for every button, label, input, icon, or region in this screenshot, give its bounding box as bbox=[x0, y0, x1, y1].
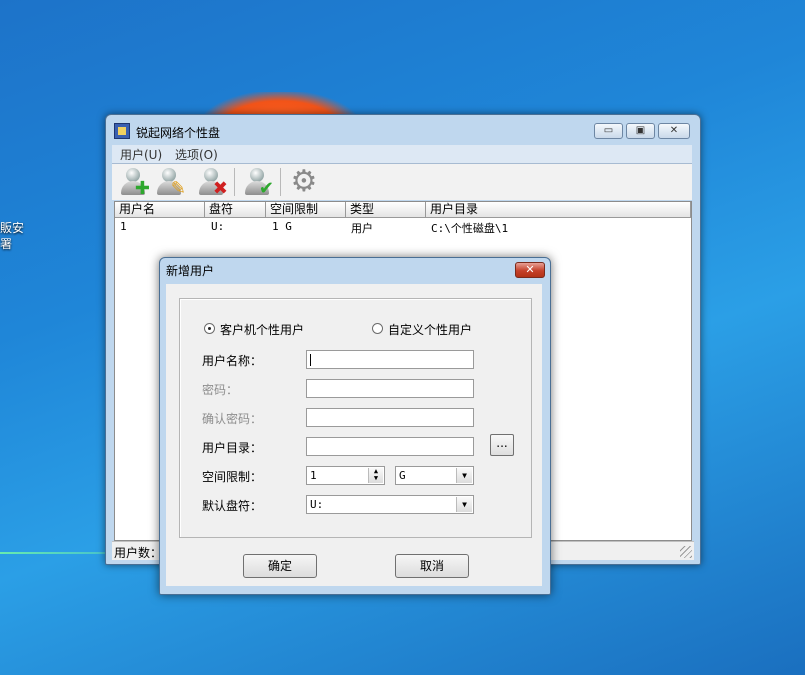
title-bar[interactable]: 锐起网络个性盘 ▭ ▣ ✕ bbox=[106, 115, 700, 145]
window-title: 锐起网络个性盘 bbox=[136, 126, 221, 140]
directory-input[interactable] bbox=[306, 437, 474, 456]
resize-grip[interactable] bbox=[680, 546, 692, 558]
app-icon bbox=[114, 123, 130, 139]
chevron-down-icon[interactable]: ▼ bbox=[456, 468, 472, 483]
close-button[interactable]: ✕ bbox=[658, 123, 690, 139]
radio-client-user[interactable] bbox=[204, 323, 215, 334]
add-user-dialog: 新增用户 ✕ 客户机个性用户 自定义个性用户 用户名称： 密码： 确认密码： 用… bbox=[159, 257, 551, 595]
space-limit-label: 空间限制： bbox=[202, 470, 263, 484]
add-user-icon[interactable]: ✚ bbox=[118, 166, 150, 198]
maximize-button[interactable]: ▣ bbox=[626, 123, 655, 139]
spinner-arrows-icon[interactable]: ▲ ▼ bbox=[368, 468, 383, 483]
list-cell: U: bbox=[211, 220, 225, 233]
gear-icon[interactable]: ⚙ bbox=[288, 166, 320, 198]
menu-bar: 用户(U) 选项(O) bbox=[112, 145, 692, 164]
toolbar-separator bbox=[234, 168, 235, 196]
column-header[interactable]: 空间限制 bbox=[266, 202, 346, 218]
delete-user-icon[interactable]: ✖ bbox=[196, 166, 228, 198]
user-ok-icon[interactable]: ✔ bbox=[242, 166, 274, 198]
column-header[interactable]: 盘符 bbox=[205, 202, 266, 218]
radio-custom-label[interactable]: 自定义个性用户 bbox=[388, 321, 472, 338]
text-caret bbox=[310, 354, 311, 366]
list-cell: 用户 bbox=[351, 222, 373, 235]
toolbar: ✚ ✎ ✖ ✔ ⚙ bbox=[112, 164, 692, 200]
column-header[interactable]: 类型 bbox=[346, 202, 426, 218]
password-input[interactable] bbox=[306, 379, 474, 398]
default-drive-value: U: bbox=[310, 498, 324, 511]
minimize-button[interactable]: ▭ bbox=[594, 123, 623, 139]
username-input[interactable] bbox=[306, 350, 474, 369]
chevron-down-icon[interactable]: ▼ bbox=[456, 497, 472, 512]
dialog-close-button[interactable]: ✕ bbox=[515, 262, 545, 278]
dialog-body: 客户机个性用户 自定义个性用户 用户名称： 密码： 确认密码： 用户目录： ..… bbox=[166, 284, 542, 586]
list-cell: 1 G bbox=[272, 220, 292, 233]
user-count-label: 用户数： bbox=[114, 546, 163, 560]
space-unit-value: G bbox=[399, 469, 406, 482]
edit-user-icon[interactable]: ✎ bbox=[154, 166, 186, 198]
ok-button[interactable]: 确定 bbox=[243, 554, 317, 578]
confirm-password-input[interactable] bbox=[306, 408, 474, 427]
toolbar-separator bbox=[280, 168, 281, 196]
cancel-button[interactable]: 取消 bbox=[395, 554, 469, 578]
directory-label: 用户目录： bbox=[202, 441, 263, 455]
column-header[interactable]: 用户名 bbox=[115, 202, 205, 218]
menu-options[interactable]: 选项(O) bbox=[175, 146, 218, 163]
browse-button[interactable]: ... bbox=[490, 434, 514, 456]
radio-client-label[interactable]: 客户机个性用户 bbox=[220, 321, 304, 338]
menu-user[interactable]: 用户(U) bbox=[120, 146, 162, 163]
space-limit-spinner[interactable]: 1 ▲ ▼ bbox=[306, 466, 385, 485]
dialog-title: 新增用户 bbox=[166, 264, 215, 278]
space-unit-select[interactable]: G ▼ bbox=[395, 466, 474, 485]
default-drive-label: 默认盘符： bbox=[202, 499, 263, 513]
confirm-password-label: 确认密码： bbox=[202, 412, 263, 426]
desktop-icon-label: 販安 署 bbox=[0, 221, 25, 251]
default-drive-select[interactable]: U: ▼ bbox=[306, 495, 474, 514]
space-limit-value: 1 bbox=[310, 469, 317, 482]
password-label: 密码： bbox=[202, 383, 239, 397]
list-cell: C:\个性磁盘\1 bbox=[431, 222, 509, 235]
radio-custom-user[interactable] bbox=[372, 323, 383, 334]
column-header[interactable]: 用户目录 bbox=[426, 202, 691, 218]
list-cell[interactable]: 1 bbox=[120, 220, 127, 233]
username-label: 用户名称： bbox=[202, 354, 263, 368]
